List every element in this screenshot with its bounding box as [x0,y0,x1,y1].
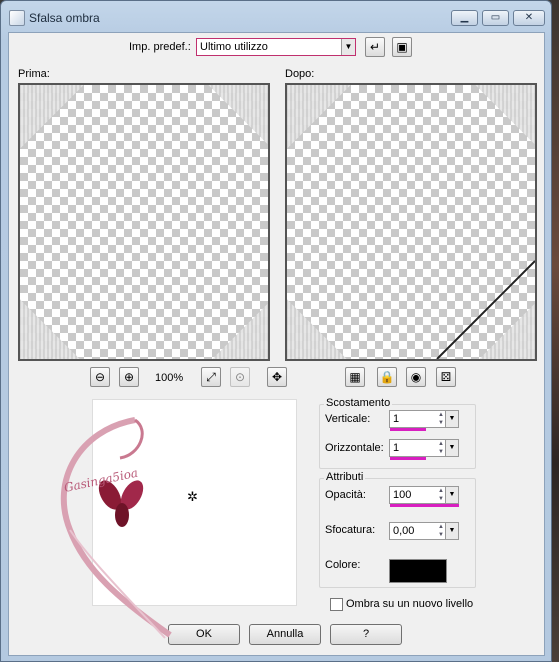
blur-label: Sfocatura: [325,524,376,536]
window-title: Sfalsa ombra [29,11,100,25]
pattern-corner [208,299,268,359]
opacity-value: 100 [393,489,412,501]
pan-button[interactable]: ✥ [267,367,287,387]
drop-shadow-dialog: Sfalsa ombra ▁ ▭ ✕ Imp. predef.: Ultimo … [0,0,552,662]
dice-icon: ⚄ [440,370,452,384]
vertical-value: 1 [393,413,400,425]
opacity-label: Opacità: [325,489,366,501]
minimize-button[interactable]: ▁ [451,10,478,26]
opacity-input[interactable]: 100 ▲ ▼ ▼ [389,486,459,504]
before-preview[interactable] [18,83,270,361]
title-bar: Sfalsa ombra ▁ ▭ ✕ [1,1,551,31]
pattern-corner [20,299,84,359]
close-button[interactable]: ✕ [513,10,545,26]
help-button[interactable]: ? [330,624,402,645]
close-icon: ✕ [524,12,534,23]
horizontal-input[interactable]: 1 ▲ ▼ ▼ [389,439,459,457]
vertical-input[interactable]: 1 ▲ ▼ ▼ [389,410,459,428]
shadow-color-swatch[interactable] [389,559,447,583]
chevron-down-icon[interactable]: ▼ [445,411,458,427]
horizontal-slider-bar[interactable] [390,457,426,460]
zoom-actual-icon: ⊙ [234,370,246,384]
horizontal-label: Orizzontale: [325,442,384,454]
lock-button[interactable]: 🔒 [377,367,397,387]
layout-button[interactable]: ▦ [345,367,365,387]
randomize-button[interactable]: ⚄ [436,367,456,387]
chevron-down-icon[interactable]: ▼ [445,523,458,539]
preset-value: Ultimo utilizzo [200,41,268,53]
zoom-in-button[interactable]: ⊕ [119,367,139,387]
pattern-corner [208,85,268,149]
reset-preset-button[interactable]: ↵ [365,37,385,57]
zoom-in-icon: ⊕ [123,370,135,384]
app-icon [9,10,25,26]
chevron-down-icon[interactable]: ▼ [445,487,458,503]
minimize-icon: ▁ [460,12,469,23]
crosshair-icon: ✲ [187,489,198,504]
fit-view-button[interactable]: ⤢ [201,367,221,387]
dialog-body: Imp. predef.: Ultimo utilizzo ▼ ↵ ▣ Prim… [8,32,545,656]
move-cross-icon: ✥ [271,370,283,384]
save-preset-button[interactable]: ▣ [392,37,412,57]
zoom-actual-button[interactable]: ⊙ [230,367,250,387]
attributes-group-label: Attributi [324,471,366,483]
chevron-down-icon[interactable]: ▼ [341,39,355,55]
vertical-slider-bar[interactable] [390,428,426,431]
zoom-out-icon: ⊖ [94,370,106,384]
blur-input[interactable]: 0,00 ▲ ▼ ▼ [389,522,459,540]
fit-view-icon: ⤢ [206,370,216,384]
vertical-label: Verticale: [325,413,371,425]
reset-arrow-icon: ↵ [369,40,381,54]
blur-value: 0,00 [393,525,415,537]
after-preview[interactable] [285,83,537,361]
maximize-button[interactable]: ▭ [482,10,509,26]
pattern-corner [20,85,84,149]
save-disk-icon: ▣ [396,40,408,54]
preset-select[interactable]: Ultimo utilizzo ▼ [196,38,356,56]
layout-grid-icon: ▦ [349,370,361,384]
shadow-direction-area[interactable]: ✲ [92,399,297,606]
before-label: Prima: [18,68,50,80]
ok-button[interactable]: OK [168,624,240,645]
offset-group-label: Scostamento [324,397,393,409]
zoom-level: 100% [155,372,184,384]
new-layer-label: Ombra su un nuovo livello [346,598,474,610]
preset-label: Imp. predef.: [129,41,191,53]
lock-icon: 🔒 [379,370,395,384]
preview-eye-button[interactable]: ◉ [406,367,426,387]
opacity-slider-bar[interactable] [390,504,459,507]
cancel-button[interactable]: Annulla [249,624,321,645]
horizontal-value: 1 [393,442,400,454]
eye-icon: ◉ [410,370,422,384]
after-label: Dopo: [285,68,315,80]
zoom-out-button[interactable]: ⊖ [90,367,110,387]
background-photo-edge [552,0,559,662]
color-label: Colore: [325,559,361,571]
shadow-diagonal-line [436,260,535,359]
maximize-icon: ▭ [490,12,501,23]
new-layer-checkbox[interactable] [330,598,343,611]
chevron-down-icon[interactable]: ▼ [445,440,458,456]
